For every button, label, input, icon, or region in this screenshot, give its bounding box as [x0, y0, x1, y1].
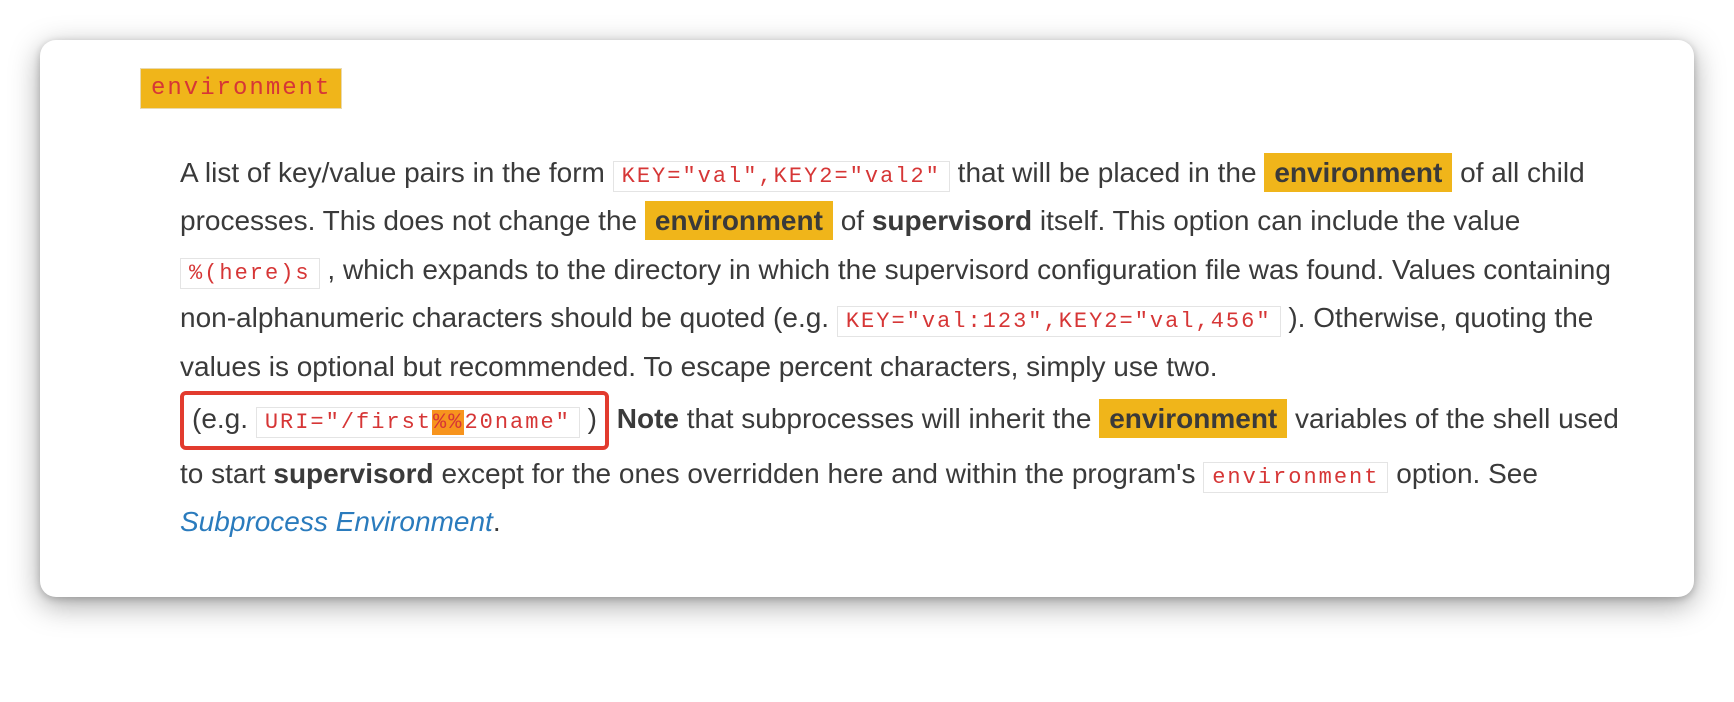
term-name-code: environment: [140, 68, 342, 109]
code-literal-uri: URI="/first%%20name": [256, 407, 580, 438]
code-part-a: URI="/first: [265, 410, 432, 435]
text-segment: .: [493, 506, 501, 537]
text-segment: itself. This option can include the valu…: [1040, 205, 1520, 236]
link-subprocess-environment[interactable]: Subprocess Environment: [180, 506, 493, 537]
text-segment: option. See: [1396, 458, 1538, 489]
annotation-eg-close: ): [588, 403, 597, 434]
annotation-eg-open: (e.g.: [192, 403, 256, 434]
code-literal-here: %(here)s: [180, 258, 320, 289]
term-heading-wrapper: environment: [140, 68, 342, 109]
text-segment: that subprocesses will inherit the: [687, 403, 1099, 434]
text-segment: except for the ones overridden here and …: [441, 458, 1203, 489]
text-segment: that will be placed in the: [958, 157, 1265, 188]
highlighted-term-environment: environment: [645, 201, 833, 240]
description-paragraph: A list of key/value pairs in the form KE…: [180, 149, 1634, 547]
highlighted-term-environment: environment: [1099, 399, 1287, 438]
bold-note: Note: [617, 403, 679, 434]
code-literal-quoted: KEY="val:123",KEY2="val,456": [837, 306, 1281, 337]
documentation-card: environment A list of key/value pairs in…: [40, 40, 1694, 597]
bold-supervisord: supervisord: [872, 205, 1032, 236]
highlighted-term-environment: environment: [1264, 153, 1452, 192]
text-segment: of: [841, 205, 872, 236]
code-literal-environment-option: environment: [1203, 462, 1388, 493]
annotation-red-box: (e.g. URI="/first%%20name" ): [180, 391, 609, 449]
bold-supervisord: supervisord: [273, 458, 433, 489]
text-segment: A list of key/value pairs in the form: [180, 157, 613, 188]
code-part-b: 20name": [464, 410, 570, 435]
code-part-percent-highlight: %%: [432, 410, 464, 435]
code-literal-keyval: KEY="val",KEY2="val2": [613, 161, 950, 192]
description-block: A list of key/value pairs in the form KE…: [180, 149, 1634, 547]
